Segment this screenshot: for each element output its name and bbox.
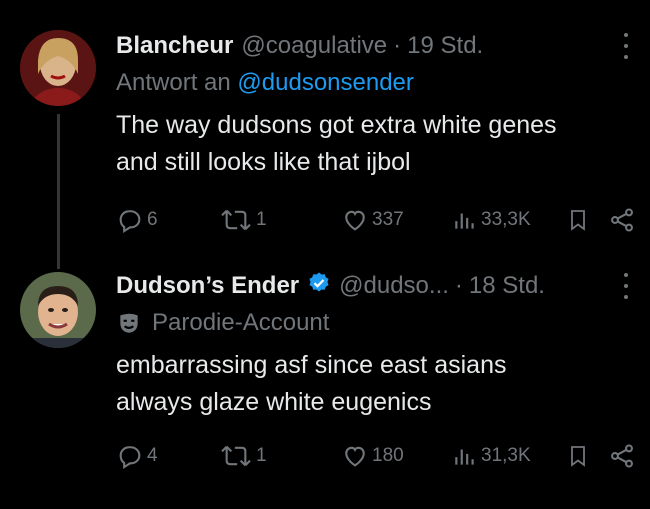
more-options-icon[interactable] — [622, 273, 630, 299]
views-button[interactable]: 31,3K — [452, 441, 531, 471]
tweet-text: The way dudsons got extra white genes an… — [116, 107, 630, 181]
parody-mask-icon — [120, 313, 138, 333]
avatar[interactable] — [20, 272, 96, 348]
tweet-text-line: embarrassing asf since east asians — [116, 351, 507, 379]
timestamp[interactable]: 18 Std. — [469, 272, 545, 300]
share-button[interactable] — [608, 441, 636, 471]
tweet-text-line: always glaze white eugenics — [116, 388, 432, 416]
separator: · — [454, 272, 463, 299]
bookmark-icon — [571, 210, 585, 231]
parody-label: Parodie-Account — [116, 309, 630, 337]
display-name[interactable]: Dudson’s Ender — [116, 272, 299, 300]
repost-button[interactable]: 1 — [219, 205, 267, 235]
reply-button[interactable]: 4 — [116, 441, 158, 471]
action-bar: 6 1 337 33,3K — [116, 205, 636, 235]
views-button[interactable]: 33,3K — [452, 205, 531, 235]
user-handle[interactable]: @dudso... — [339, 272, 449, 300]
user-handle[interactable]: @coagulative — [241, 32, 387, 60]
share-icon — [611, 208, 633, 232]
share-icon — [611, 444, 633, 468]
share-button[interactable] — [608, 205, 636, 235]
reply-icon — [119, 446, 141, 470]
like-count: 337 — [372, 209, 404, 230]
action-bar: 4 1 180 31,3K — [116, 441, 636, 471]
bookmark-button[interactable] — [566, 205, 590, 235]
separator: · — [393, 32, 402, 59]
reply-prefix: Antwort an — [116, 69, 231, 96]
like-button[interactable]: 337 — [341, 205, 404, 235]
display-name[interactable]: Blancheur — [116, 32, 233, 60]
views-icon — [455, 449, 474, 465]
reply-button[interactable]: 6 — [116, 205, 158, 235]
reply-count: 4 — [147, 445, 158, 466]
avatar[interactable] — [20, 30, 96, 106]
repost-button[interactable]: 1 — [219, 441, 267, 471]
views-count: 33,3K — [481, 209, 531, 230]
parody-label-text: Parodie-Account — [152, 309, 330, 336]
repost-icon — [221, 445, 251, 467]
reply-icon — [119, 210, 141, 234]
views-count: 31,3K — [481, 445, 531, 466]
tweet-text: embarrassing asf since east asians alway… — [116, 347, 630, 421]
more-options-icon[interactable] — [622, 33, 630, 59]
heart-icon — [345, 446, 365, 467]
thread-line — [57, 114, 60, 269]
bookmark-button[interactable] — [566, 441, 590, 471]
like-button[interactable]: 180 — [341, 441, 404, 471]
tweet-header: Dudson’s Ender @dudso... · 18 Std. — [116, 271, 630, 301]
reply-mention-link[interactable]: @dudsonsender — [237, 69, 413, 96]
bookmark-icon — [571, 446, 585, 467]
repost-icon — [221, 209, 251, 231]
reply-context: Antwort an @dudsonsender — [116, 69, 630, 97]
repost-count: 1 — [256, 445, 267, 466]
verified-badge-icon — [307, 271, 331, 302]
timestamp[interactable]: 19 Std. — [407, 32, 483, 60]
views-icon — [455, 213, 474, 229]
heart-icon — [345, 210, 365, 231]
like-count: 180 — [372, 445, 404, 466]
tweet-text-line: The way dudsons got extra white genes — [116, 111, 557, 139]
tweet-header: Blancheur @coagulative · 19 Std. — [116, 31, 630, 61]
reply-count: 6 — [147, 209, 158, 230]
tweet-text-line: and still looks like that ijbol — [116, 148, 411, 176]
repost-count: 1 — [256, 209, 267, 230]
